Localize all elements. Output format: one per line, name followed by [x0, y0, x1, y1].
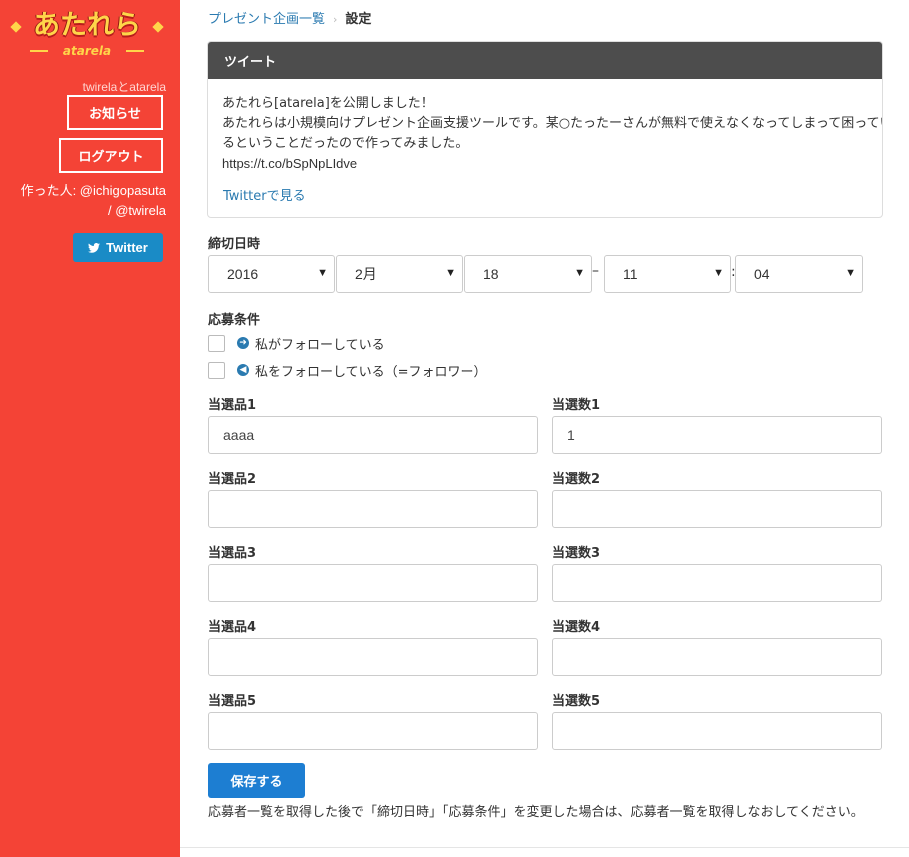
logo-sub-text: atarela: [62, 44, 112, 58]
tweet-panel: ツイート あたれら[atarela]を公開しました！ あたれらは小規模向けプレゼ…: [207, 41, 883, 218]
time-dash: –: [592, 263, 599, 279]
count-input-2[interactable]: [552, 490, 882, 528]
twitter-bird-icon: [88, 242, 101, 253]
prize-label-1: 当選品1: [208, 398, 257, 413]
prize-label-5: 当選品5: [208, 694, 257, 709]
count-label-5: 当選数5: [552, 694, 601, 709]
logo-main-text: あたれら: [33, 10, 141, 41]
tweet-url[interactable]: https://t.co/bSpNpLIdve: [222, 154, 868, 174]
deadline-year-value: 2016: [227, 266, 259, 282]
deadline-label: 締切日時: [208, 237, 261, 252]
arrow-left-circle-icon: ◀: [237, 364, 249, 376]
deadline-hour-value: 11: [623, 266, 638, 282]
maker-credit: 作った人: @ichigopasuta / @twirela: [21, 181, 166, 221]
count-label-1: 当選数1: [552, 398, 601, 413]
count-input-3[interactable]: [552, 564, 882, 602]
twitter-button[interactable]: Twitter: [73, 233, 163, 262]
tweet-line-1: あたれら[atarela]を公開しました！: [222, 96, 434, 111]
tweet-line-2: あたれらは小規模向けプレゼント企画支援ツールです。某○たったーさんが無料で使えな…: [222, 116, 883, 131]
prize-input-3[interactable]: [208, 564, 538, 602]
deadline-hour-select[interactable]: 11 ▼: [604, 255, 731, 293]
deadline-minute-select[interactable]: 04 ▼: [735, 255, 863, 293]
caret-down-icon: ▼: [445, 267, 456, 279]
count-input-4[interactable]: [552, 638, 882, 676]
count-input-5[interactable]: [552, 712, 882, 750]
prize-label-3: 当選品3: [208, 546, 257, 561]
save-button[interactable]: 保存する: [208, 763, 305, 798]
count-input-1[interactable]: 1: [552, 416, 882, 454]
caret-down-icon: ▼: [713, 267, 724, 279]
twitter-button-label: Twitter: [106, 240, 148, 255]
prize-input-2[interactable]: [208, 490, 538, 528]
count-label-4: 当選数4: [552, 620, 601, 635]
prize-input-5[interactable]: [208, 712, 538, 750]
tweet-panel-title: ツイート: [208, 42, 882, 79]
breadcrumb-separator-icon: ›: [333, 13, 338, 26]
count-label-3: 当選数3: [552, 546, 601, 561]
deadline-month-select[interactable]: 2月 ▼: [336, 255, 463, 293]
deadline-day-value: 18: [483, 266, 499, 282]
maker-line-1[interactable]: 作った人: @ichigopasuta: [21, 181, 166, 201]
breadcrumb-current: 設定: [345, 12, 372, 27]
condition-follow-out: ➜ 私がフォローしている: [208, 334, 385, 353]
condition-follow-out-label[interactable]: 私がフォローしている: [255, 334, 385, 353]
arrow-right-circle-icon: ➜: [237, 337, 249, 349]
deadline-day-select[interactable]: 18 ▼: [464, 255, 592, 293]
prize-label-2: 当選品2: [208, 472, 257, 487]
caret-down-icon: ▼: [845, 267, 856, 279]
view-on-twitter-link[interactable]: Twitterで見る: [223, 185, 306, 204]
deadline-minute-value: 04: [754, 266, 770, 282]
sidebar: あたれら atarela twirelaとatarela お知らせ ログアウト …: [0, 0, 180, 857]
tweet-text: あたれら[atarela]を公開しました！ あたれらは小規模向けプレゼント企画支…: [208, 79, 882, 174]
logo-sub: atarela: [30, 44, 144, 58]
prize-label-4: 当選品4: [208, 620, 257, 635]
condition-follow-in-label[interactable]: 私をフォローしている（=フォロワー）: [255, 361, 487, 380]
condition-follow-out-checkbox[interactable]: [208, 334, 225, 352]
logout-button[interactable]: ログアウト: [59, 138, 163, 173]
help-note: 応募者一覧を取得した後で「締切日時」「応募条件」を変更した場合は、応募者一覧を取…: [208, 805, 864, 820]
condition-follow-in-checkbox[interactable]: [208, 361, 225, 379]
notice-button[interactable]: お知らせ: [67, 95, 163, 130]
maker-line-2[interactable]: / @twirela: [21, 201, 166, 221]
tweet-line-3: るということだったので作ってみました。: [222, 136, 469, 151]
sidebar-caption: twirelaとatarela: [82, 80, 166, 94]
prize-input-4[interactable]: [208, 638, 538, 676]
app-logo[interactable]: あたれら atarela: [10, 10, 164, 60]
breadcrumb-link-list[interactable]: プレゼント企画一覧: [208, 12, 325, 27]
footer-divider: [180, 847, 909, 848]
count-label-2: 当選数2: [552, 472, 601, 487]
caret-down-icon: ▼: [574, 267, 585, 279]
deadline-month-value: 2月: [355, 266, 377, 282]
deadline-year-select[interactable]: 2016 ▼: [208, 255, 335, 293]
caret-down-icon: ▼: [317, 267, 328, 279]
breadcrumb: プレゼント企画一覧 › 設定: [208, 11, 371, 29]
condition-follow-in: ◀ 私をフォローしている（=フォロワー）: [208, 361, 487, 380]
conditions-label: 応募条件: [208, 313, 261, 328]
prize-input-1[interactable]: aaaa: [208, 416, 538, 454]
